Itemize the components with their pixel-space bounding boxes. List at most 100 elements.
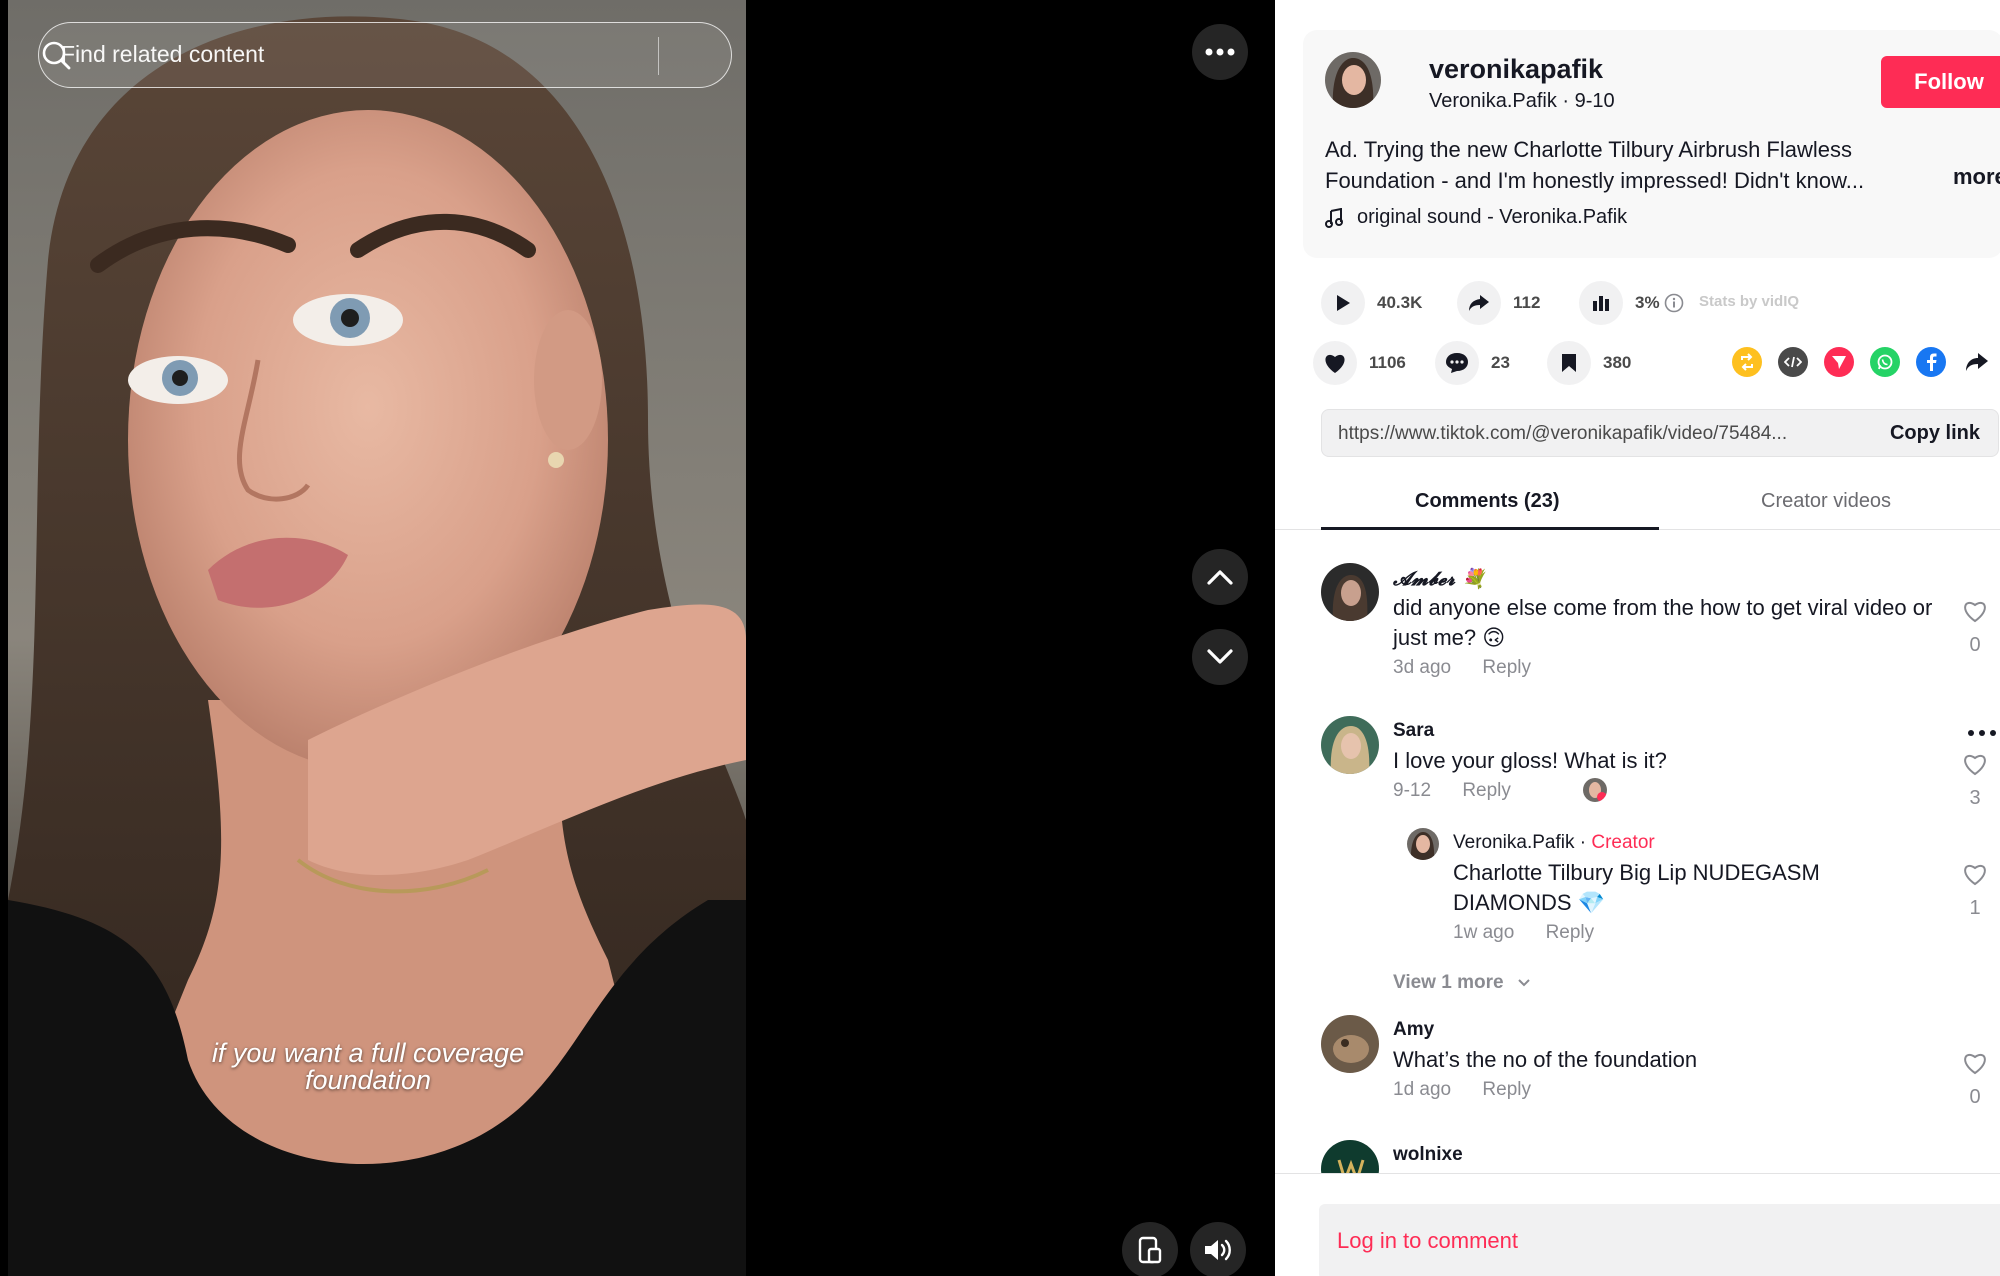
video-player[interactable]: Find related content if you want a full … (0, 0, 1275, 1276)
tab-comments[interactable]: Comments (23) (1415, 490, 1559, 513)
floating-player-button[interactable] (1122, 1222, 1178, 1276)
plays-count: 40.3K (1377, 293, 1423, 312)
comment-item: Amy What’s the no of the foundation 1d a… (1321, 1015, 2000, 1135)
author-subline: Veronika.Pafik · 9-10 (1429, 90, 1615, 113)
tab-creator-videos[interactable]: Creator videos (1761, 490, 1891, 513)
volume-icon (1205, 1239, 1231, 1261)
reply-author-name[interactable]: Veronika.Pafik (1453, 832, 1574, 853)
creator-badge: Creator (1591, 832, 1655, 853)
comment-item: Sara I love your gloss! What is it? 9-12… (1321, 716, 2000, 1016)
reply-separator: · (1574, 832, 1592, 853)
play-icon (1321, 281, 1365, 325)
share-arrow-icon[interactable] (1962, 347, 1992, 377)
panel-tabs: Comments (23) Creator videos (1275, 480, 2000, 530)
video-url: https://www.tiktok.com/@veronikapafik/vi… (1338, 423, 1788, 444)
comment-bubble-icon (1435, 341, 1479, 385)
comment-like-button[interactable]: 0 (1955, 599, 1995, 657)
reply-button[interactable]: Reply (1546, 922, 1595, 943)
post-description: Ad. Trying the new Charlotte Tilbury Air… (1325, 137, 1865, 193)
author-avatar[interactable] (1325, 52, 1381, 108)
plays-stat: 40.3K (1321, 281, 1422, 325)
info-icon[interactable] (1664, 293, 1684, 313)
author-username[interactable]: veronikapafik (1429, 54, 1603, 85)
follow-button[interactable]: Follow (1881, 56, 2000, 108)
engagement-rate-stat: 3% (1579, 281, 1660, 325)
chevron-down-icon (1207, 649, 1233, 664)
volume-button[interactable] (1190, 1222, 1246, 1276)
bookmark-icon (1547, 341, 1591, 385)
login-to-comment-label: Log in to comment (1337, 1228, 1518, 1253)
reply-time: 1w ago (1453, 922, 1515, 943)
comment-text: I love your gloss! What is it? (1393, 748, 1667, 773)
commenter-avatar[interactable] (1321, 1140, 1379, 1173)
comment-time: 1d ago (1393, 1079, 1452, 1100)
creator-liked-avatar (1583, 778, 1607, 802)
embed-icon[interactable] (1778, 347, 1808, 377)
saves-count: 380 (1603, 353, 1632, 372)
like-button[interactable]: 1106 (1313, 341, 1406, 385)
more-dots-icon (1205, 48, 1235, 56)
commenter-avatar[interactable] (1321, 716, 1379, 774)
reply-item: Veronika.Pafik · Creator Charlotte Tilbu… (1407, 828, 2000, 948)
reply-button[interactable]: Reply (1482, 1079, 1531, 1100)
comment-button[interactable]: 23 (1435, 341, 1510, 385)
video-frame[interactable]: Find related content if you want a full … (8, 0, 746, 1276)
reply-author-avatar[interactable] (1407, 828, 1439, 860)
view-more-replies-button[interactable]: View 1 more (1393, 972, 1531, 994)
comment-like-button[interactable]: 3 (1955, 752, 1995, 810)
comment-footer: Log in to comment (1275, 1173, 2000, 1276)
send-icon[interactable] (1824, 347, 1854, 377)
reply-like-button[interactable]: 1 (1955, 862, 1995, 920)
music-note-icon (1325, 207, 1343, 228)
sound-link[interactable]: original sound - Veronika.Pafik (1325, 206, 1627, 229)
search-divider (658, 37, 659, 75)
heart-outline-icon (1964, 602, 1986, 623)
repost-icon[interactable] (1732, 347, 1762, 377)
comment-like-button[interactable]: 0 (1955, 1051, 1995, 1109)
reply-meta: 1w ago Reply (1453, 922, 1620, 944)
search-input[interactable]: Find related content (38, 22, 732, 88)
view-more-label: View 1 more (1393, 972, 1504, 993)
comment-meta: 3d ago Reply (1393, 657, 1557, 679)
side-panel: veronikapafik Veronika.Pafik · 9-10 Foll… (1275, 0, 2000, 1276)
video-link-field[interactable]: https://www.tiktok.com/@veronikapafik/vi… (1321, 409, 1999, 457)
facebook-icon[interactable] (1916, 347, 1946, 377)
vidiq-stats-label[interactable]: Stats by vidIQ (1699, 293, 1799, 310)
post-info-card: veronikapafik Veronika.Pafik · 9-10 Foll… (1303, 30, 2000, 258)
comment-text: What’s the no of the foundation (1393, 1047, 1698, 1072)
comment-meta: 1d ago Reply (1393, 1079, 1557, 1101)
caption-line-2: foundation (304, 1065, 432, 1095)
commenter-avatar[interactable] (1321, 563, 1379, 621)
subline-separator: · (1562, 90, 1575, 112)
save-button[interactable]: 380 (1547, 341, 1631, 385)
reply-button[interactable]: Reply (1462, 780, 1511, 801)
comment-more-options[interactable] (1967, 724, 1997, 742)
video-caption: if you want a full coverage foundation (108, 1040, 628, 1094)
whatsapp-icon[interactable] (1870, 347, 1900, 377)
commenter-name[interactable]: Sara (1393, 720, 1434, 742)
commenter-name[interactable]: wolnixe (1393, 1144, 1463, 1166)
next-video-button[interactable] (1192, 629, 1248, 685)
more-options-button[interactable] (1192, 24, 1248, 80)
previous-video-button[interactable] (1192, 549, 1248, 605)
comment-time: 9-12 (1393, 780, 1432, 801)
caption-line-1: if you want a full coverage (211, 1038, 525, 1068)
chevron-up-icon (1207, 570, 1233, 585)
comment-text: did anyone else come from the how to get… (1393, 595, 1933, 650)
login-to-comment-button[interactable]: Log in to comment (1319, 1204, 2000, 1276)
heart-outline-icon (1964, 865, 1986, 886)
comment-like-count: 0 (1969, 634, 1981, 656)
bar-chart-icon (1579, 281, 1623, 325)
search-icon[interactable] (39, 38, 73, 72)
comment-meta: 9-12 Reply (1393, 780, 1537, 802)
commenter-avatar[interactable] (1321, 1015, 1379, 1073)
commenter-name[interactable]: Amy (1393, 1019, 1434, 1041)
description-more-button[interactable]: more (1953, 164, 2000, 190)
share-forward-icon (1457, 281, 1501, 325)
reply-button[interactable]: Reply (1482, 657, 1531, 678)
commenter-name[interactable]: 𝓐𝓶𝓫𝓮𝓻 💐 (1393, 567, 1485, 590)
copy-link-button[interactable]: Copy link (1890, 422, 1980, 445)
engagement-rate: 3% (1635, 293, 1660, 312)
author-avatar-image (1325, 52, 1381, 108)
author-display-name[interactable]: Veronika.Pafik (1429, 90, 1557, 112)
